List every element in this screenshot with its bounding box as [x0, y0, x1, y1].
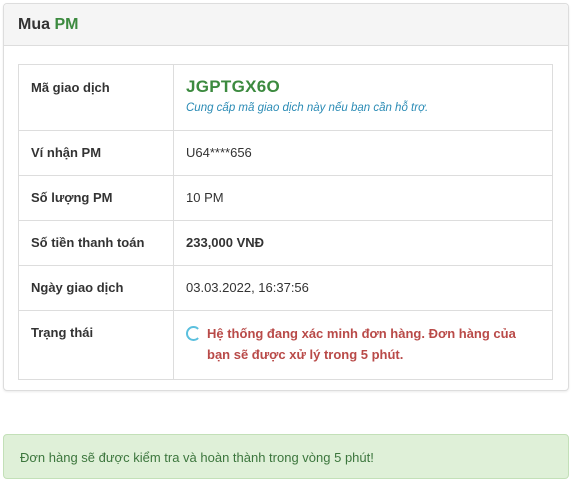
wallet-value: U64****656 [173, 130, 553, 176]
transaction-id-hint: Cung cấp mã giao dịch này nếu bạn cần hỗ… [186, 102, 429, 114]
panel-title: Mua PM [4, 4, 568, 46]
panel-title-accent: PM [54, 16, 79, 33]
status-message: Hệ thống đang xác minh đơn hàng. Đơn hàn… [186, 325, 540, 365]
order-panel: Mua PM Mã giao dịch JGPTGX6O Cung cấp mã… [3, 3, 569, 391]
alert-message: Đơn hàng sẽ được kiểm tra và hoàn thành … [20, 450, 374, 465]
success-alert: Đơn hàng sẽ được kiểm tra và hoàn thành … [3, 434, 569, 479]
transaction-id-cell: JGPTGX6O Cung cấp mã giao dịch này nếu b… [173, 64, 553, 131]
table-row: Ngày giao dịch 03.03.2022, 16:37:56 [18, 265, 553, 311]
panel-title-prefix: Mua [18, 16, 50, 33]
table-row: Số tiền thanh toán 233,000 VNĐ [18, 220, 553, 266]
transaction-id-value: JGPTGX6O [186, 77, 281, 96]
table-row: Mã giao dịch JGPTGX6O Cung cấp mã giao d… [18, 64, 553, 131]
date-label: Ngày giao dịch [18, 265, 174, 311]
quantity-value: 10 PM [173, 175, 553, 221]
table-row: Trạng thái Hệ thống đang xác minh đơn hà… [18, 310, 553, 380]
status-label: Trạng thái [18, 310, 174, 380]
date-value: 03.03.2022, 16:37:56 [173, 265, 553, 311]
order-details-table: Mã giao dịch JGPTGX6O Cung cấp mã giao d… [18, 64, 553, 380]
table-row: Số lượng PM 10 PM [18, 175, 553, 221]
transaction-id-label: Mã giao dịch [18, 64, 174, 131]
status-cell: Hệ thống đang xác minh đơn hàng. Đơn hàn… [173, 310, 553, 380]
amount-value: 233,000 VNĐ [173, 220, 553, 266]
wallet-label: Ví nhận PM [18, 130, 174, 176]
amount-label: Số tiền thanh toán [18, 220, 174, 266]
table-row: Ví nhận PM U64****656 [18, 130, 553, 176]
quantity-label: Số lượng PM [18, 175, 174, 221]
spinner-icon [186, 326, 201, 341]
status-text: Hệ thống đang xác minh đơn hàng. Đơn hàn… [207, 326, 516, 362]
